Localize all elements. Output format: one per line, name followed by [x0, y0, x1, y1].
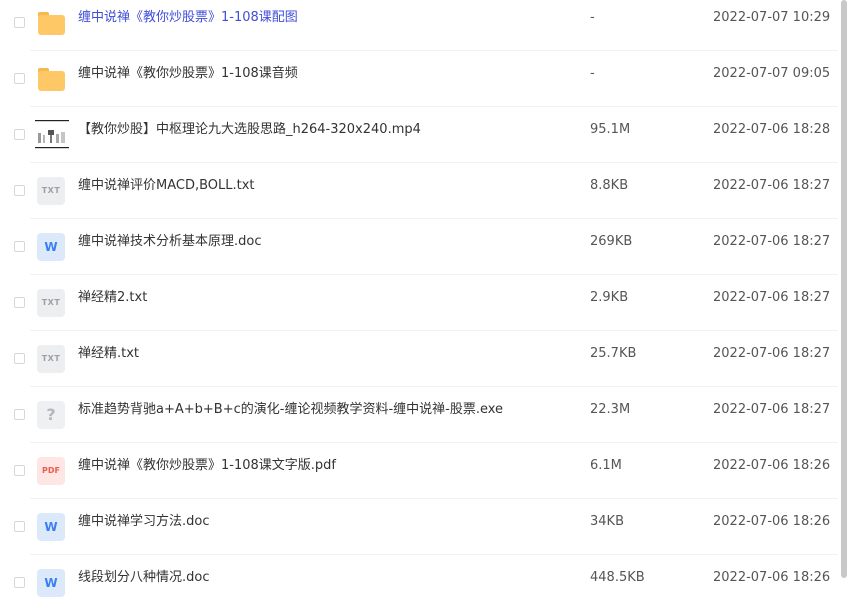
file-modified-date: 2022-07-07 10:29 [713, 10, 831, 25]
row-checkbox[interactable] [14, 353, 25, 364]
file-modified-date: 2022-07-06 18:26 [713, 458, 831, 473]
file-row[interactable]: TXT 禅经精.txt 25.7KB 2022-07-06 18:27 [0, 331, 838, 387]
row-checkbox[interactable] [14, 297, 25, 308]
row-checkbox[interactable] [14, 129, 25, 140]
file-row[interactable]: PDF 缠中说禅《教你炒股票》1-108课文字版.pdf 6.1M 2022-07-0… [0, 443, 838, 499]
file-type-label: W [44, 576, 58, 590]
file-modified-date: 2022-07-06 18:27 [713, 178, 831, 193]
row-checkbox[interactable] [14, 241, 25, 252]
file-row[interactable]: 【教你炒股】中枢理论九大选股思路_h264-320x240.mp4 95.1M 20… [0, 107, 838, 163]
file-size: 95.1M [590, 122, 631, 137]
txt-file-icon: TXT [37, 289, 65, 317]
txt-file-icon: TXT [37, 345, 65, 373]
file-type-label: TXT [41, 298, 61, 307]
row-checkbox[interactable] [14, 185, 25, 196]
folder-icon [37, 65, 65, 93]
file-name[interactable]: 缠中说禅学习方法.doc [78, 499, 210, 555]
file-row[interactable]: ? 标准趋势背驰a+A+b+B+c的演化-缠论视频教学资料-缠中说禅-股票.exe… [0, 387, 838, 443]
row-checkbox[interactable] [14, 17, 25, 28]
txt-file-icon: TXT [37, 177, 65, 205]
row-checkbox[interactable] [14, 465, 25, 476]
word-file-icon: W [37, 233, 65, 261]
file-modified-date: 2022-07-06 18:27 [713, 402, 831, 417]
file-size: 269KB [590, 234, 633, 249]
row-checkbox[interactable] [14, 521, 25, 532]
file-row[interactable]: TXT 缠中说禅评价MACD,BOLL.txt 8.8KB 2022-07-06 18… [0, 163, 838, 219]
file-size: 6.1M [590, 458, 622, 473]
file-type-label: PDF [42, 466, 60, 475]
file-name[interactable]: 缠中说禅《教你炒股票》1-108课音频 [78, 51, 298, 107]
file-list: 缠中说禅《教你炒股票》1-108课配图 -2022-07-07 10:29 缠中说禅… [0, 0, 838, 598]
file-size: 2.9KB [590, 290, 629, 305]
row-checkbox[interactable] [14, 409, 25, 420]
file-row[interactable]: 缠中说禅《教你炒股票》1-108课音频 - 2022-07-07 09:05 [0, 51, 838, 107]
row-checkbox[interactable] [14, 73, 25, 84]
row-checkbox[interactable] [14, 577, 25, 588]
word-file-icon: W [37, 569, 65, 597]
file-name[interactable]: 禅经精2.txt [78, 275, 147, 331]
file-row[interactable]: 缠中说禅《教你炒股票》1-108课配图 - 2022-07-07 10:29 [0, 0, 838, 51]
file-row[interactable]: TXT 禅经精2.txt 2.9KB 2022-07-06 18:27 [0, 275, 838, 331]
file-row[interactable]: W 缠中说禅学习方法.doc 34KB 2022-07-06 18:26 [0, 499, 838, 555]
folder-icon [37, 9, 65, 37]
file-size: 25.7KB [590, 346, 637, 361]
file-modified-date: 2022-07-06 18:27 [713, 234, 831, 249]
pdf-file-icon: PDF [37, 457, 65, 485]
file-name[interactable]: 缠中说禅评价MACD,BOLL.txt [78, 163, 255, 219]
file-name[interactable]: 缠中说禅《教你炒股票》1-108课配图 [78, 0, 298, 51]
word-file-icon: W [37, 513, 65, 541]
file-type-label: W [44, 520, 58, 534]
file-name[interactable]: 标准趋势背驰a+A+b+B+c的演化-缠论视频教学资料-缠中说禅-股票.exe [78, 387, 503, 443]
video-thumbnail-icon [35, 117, 69, 151]
scrollbar[interactable] [841, 0, 847, 578]
file-type-label: W [44, 240, 58, 254]
file-modified-date: 2022-07-06 18:26 [713, 514, 831, 529]
file-size: - [590, 66, 595, 81]
file-size: 448.5KB [590, 570, 645, 585]
file-modified-date: 2022-07-06 18:27 [713, 290, 831, 305]
file-size: 34KB [590, 514, 624, 529]
file-name[interactable]: 缠中说禅技术分析基本原理.doc [78, 219, 262, 275]
file-row[interactable]: W 线段划分八种情况.doc 448.5KB 2022-07-06 18:26 [0, 555, 838, 598]
file-name[interactable]: 【教你炒股】中枢理论九大选股思路_h264-320x240.mp4 [78, 107, 421, 163]
file-modified-date: 2022-07-06 18:27 [713, 346, 831, 361]
file-name[interactable]: 缠中说禅《教你炒股票》1-108课文字版.pdf [78, 443, 336, 499]
file-type-label: ? [46, 405, 56, 424]
file-name[interactable]: 禅经精.txt [78, 331, 139, 387]
file-modified-date: 2022-07-06 18:28 [713, 122, 831, 137]
file-size: - [590, 10, 595, 25]
file-size: 22.3M [590, 402, 631, 417]
file-modified-date: 2022-07-06 18:26 [713, 570, 831, 585]
file-size: 8.8KB [590, 178, 629, 193]
file-modified-date: 2022-07-07 09:05 [713, 66, 831, 81]
file-type-label: TXT [41, 186, 61, 195]
unknown-file-icon: ? [37, 401, 65, 429]
file-row[interactable]: W 缠中说禅技术分析基本原理.doc 269KB 2022-07-06 18:27 [0, 219, 838, 275]
file-name[interactable]: 线段划分八种情况.doc [78, 555, 210, 598]
file-type-label: TXT [41, 354, 61, 363]
